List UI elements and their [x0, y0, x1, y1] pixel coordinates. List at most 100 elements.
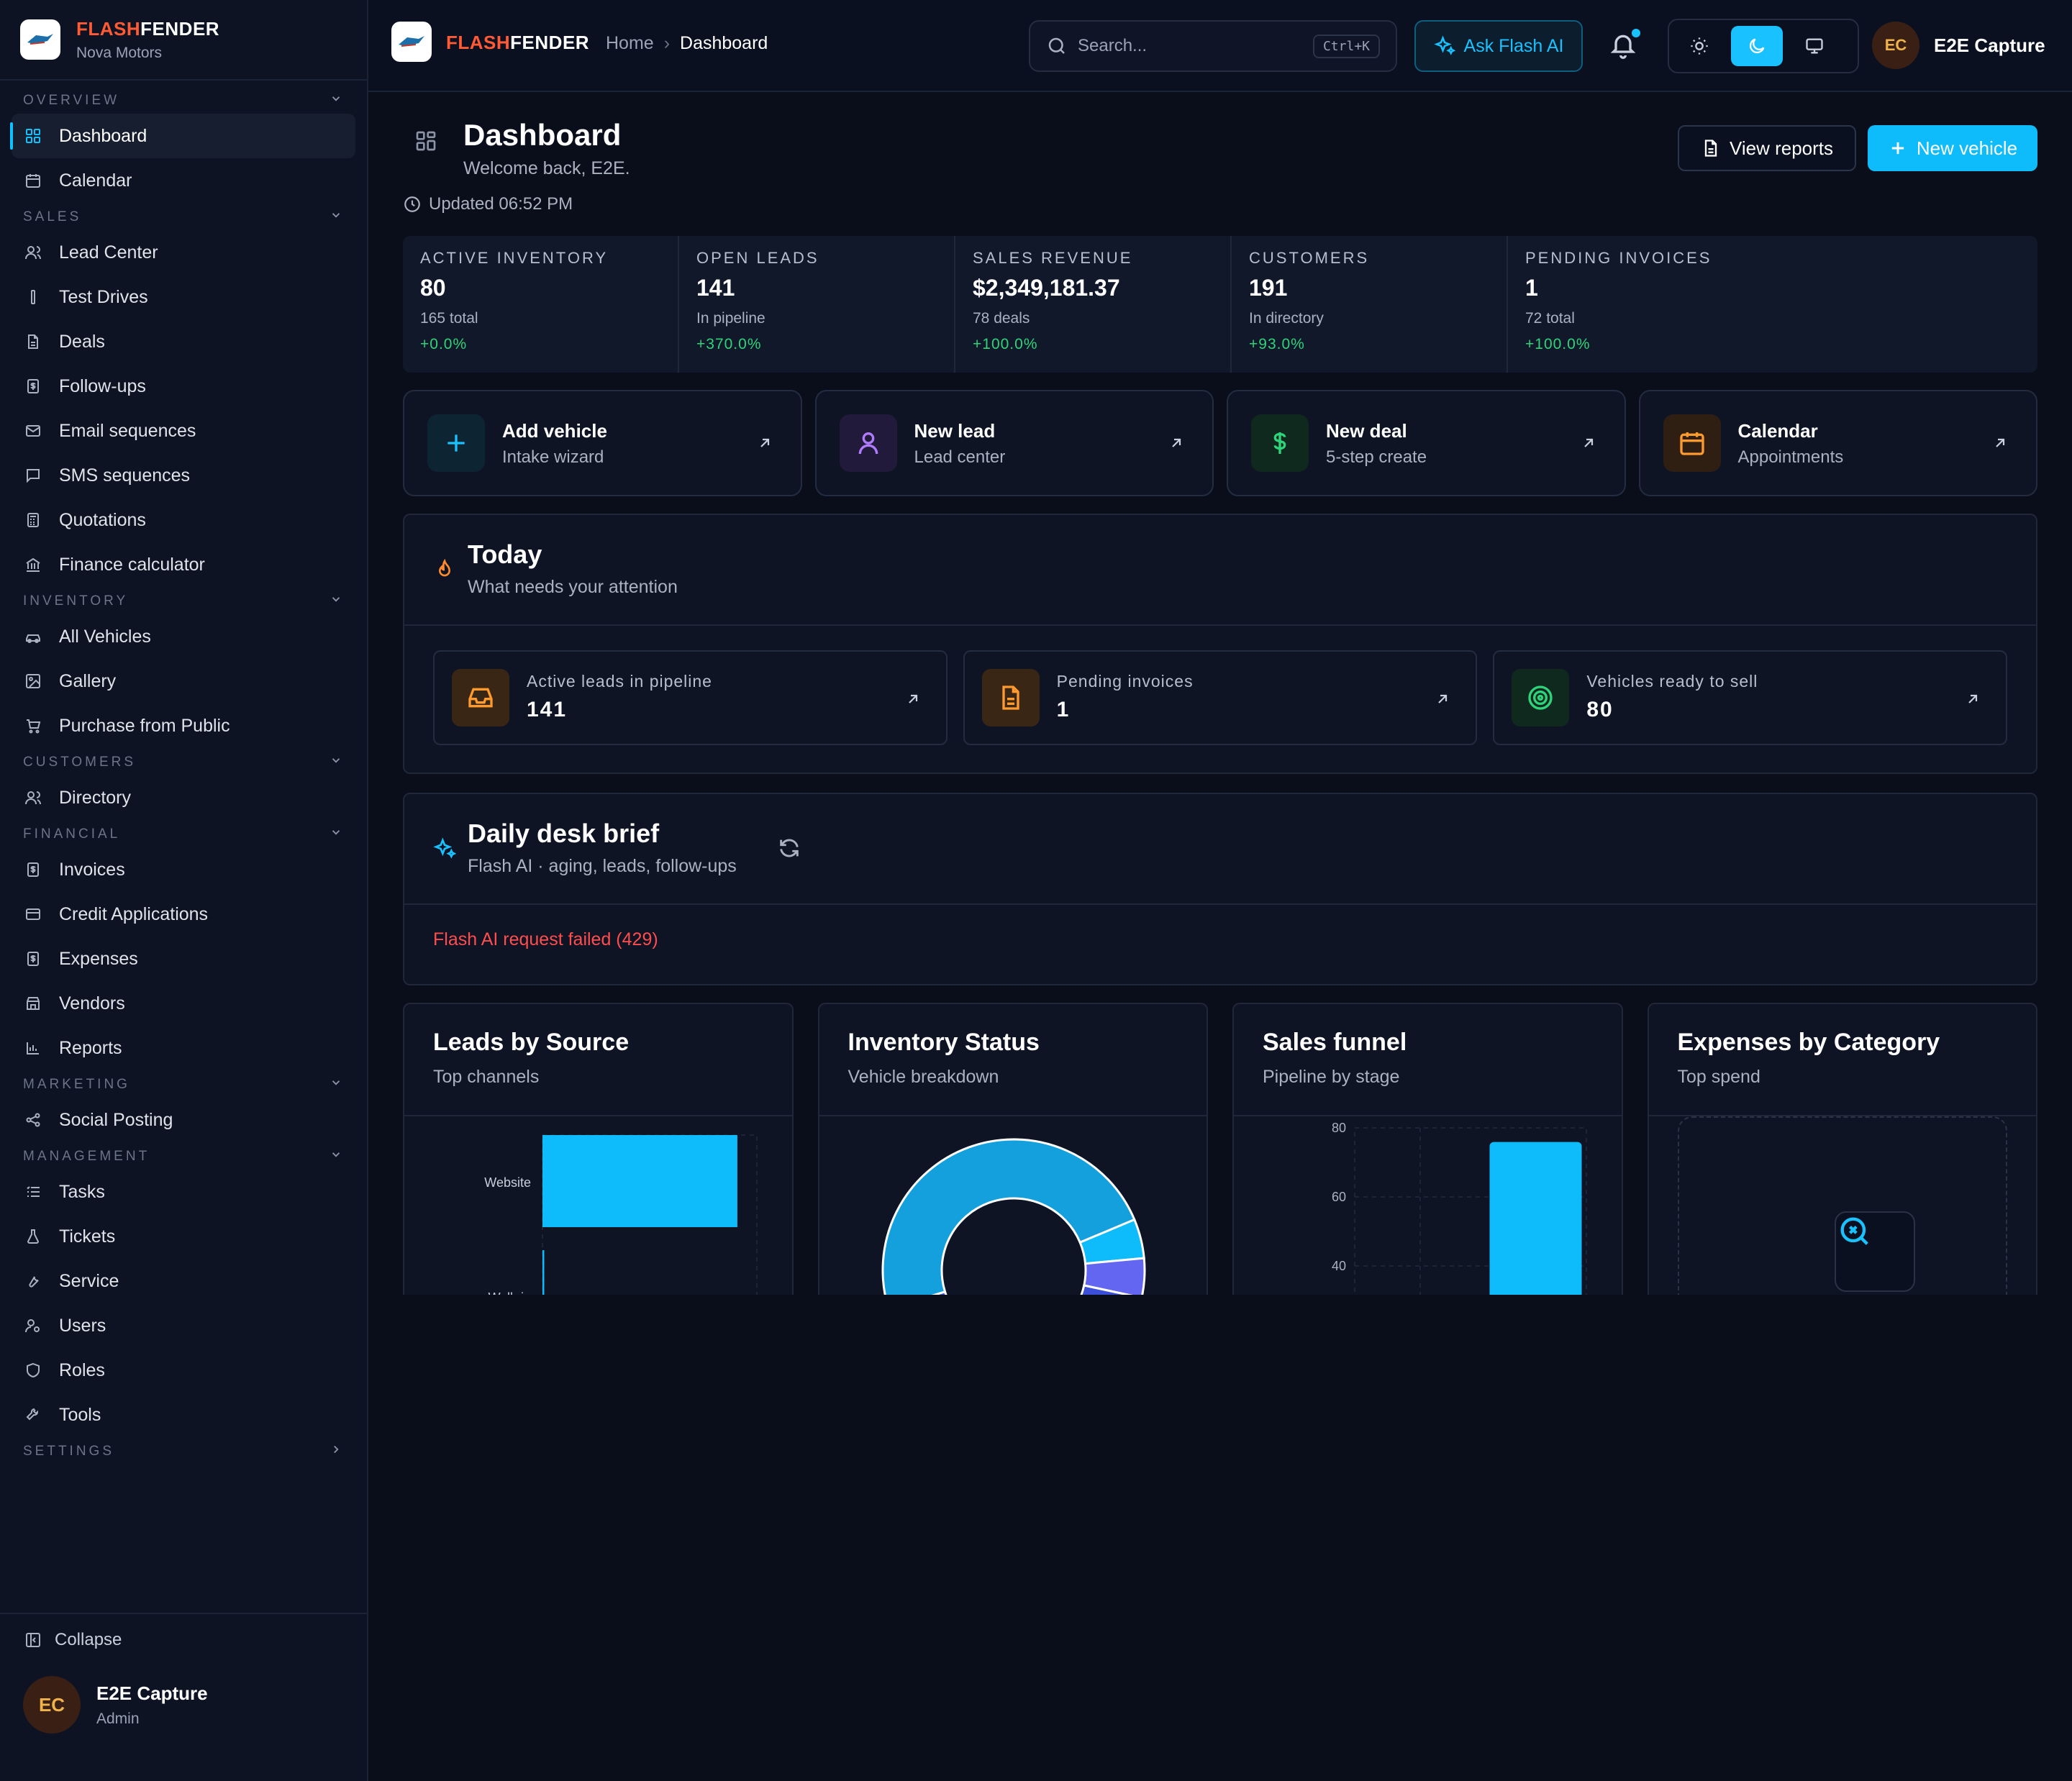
sidebar-item-label: Reports — [59, 1037, 122, 1058]
stat-sub: 72 total — [1525, 310, 1575, 327]
sidebar-item-label: Calendar — [59, 170, 132, 191]
sidebar-item-reports[interactable]: Reports — [12, 1026, 355, 1070]
image-icon — [24, 673, 42, 690]
view-reports-button[interactable]: View reports — [1678, 125, 1856, 171]
nav-section-inventory[interactable]: INVENTORY — [0, 588, 367, 614]
sidebar-item-dashboard[interactable]: Dashboard — [10, 114, 355, 158]
sidebar-item-gallery[interactable]: Gallery — [12, 659, 355, 703]
search-input[interactable]: Search... Ctrl+K — [1029, 20, 1397, 72]
sidebar-item-quotations[interactable]: Quotations — [12, 498, 355, 542]
chevron-down-icon — [330, 209, 342, 226]
today-item-value: 1 — [1056, 698, 1071, 721]
ask-ai-label: Ask Flash AI — [1463, 35, 1564, 56]
sidebar-item-expenses[interactable]: Expenses — [12, 937, 355, 981]
stat-value: $2,349,181.37 — [973, 275, 1120, 301]
nav-section-marketing[interactable]: MARKETING — [0, 1072, 367, 1098]
theme-light-button[interactable] — [1673, 26, 1725, 66]
quick-action-new-lead[interactable]: New lead Lead center — [814, 390, 1214, 496]
sidebar-item-credit-applications[interactable]: Credit Applications — [12, 892, 355, 937]
view-reports-label: View reports — [1729, 137, 1834, 159]
sidebar-item-sms-sequences[interactable]: SMS sequences — [12, 453, 355, 498]
sidebar-brand[interactable]: FLASHFENDER Nova Motors — [0, 0, 367, 81]
store-icon — [24, 995, 42, 1012]
quick-action-new-deal[interactable]: New deal 5-step create — [1227, 390, 1626, 496]
share-icon — [24, 1111, 42, 1129]
sidebar-item-social-posting[interactable]: Social Posting — [12, 1098, 355, 1142]
main-content: Dashboard Welcome back, E2E. Updated 06:… — [403, 92, 2037, 1295]
sidebar-item-service[interactable]: Service — [12, 1259, 355, 1303]
today-item-pending-invoices[interactable]: Pending invoices 1 — [963, 650, 1478, 745]
sidebar-user[interactable]: EC E2E Capture Admin — [0, 1666, 367, 1744]
nav-section-label: SETTINGS — [23, 1444, 115, 1459]
sidebar-item-tools[interactable]: Tools — [12, 1393, 355, 1437]
theme-dark-button[interactable] — [1731, 26, 1783, 66]
quick-action-subtitle: Appointments — [1737, 447, 1844, 467]
topbar-logo[interactable] — [391, 22, 432, 62]
today-header: Today What needs your attention — [404, 515, 2036, 626]
sidebar-item-label: Gallery — [59, 670, 117, 691]
today-items: Active leads in pipeline 141 Pending invoi… — [433, 650, 2008, 745]
sidebar-item-directory[interactable]: Directory — [12, 775, 355, 820]
collapse-icon — [26, 1633, 40, 1647]
sidebar-item-roles[interactable]: Roles — [12, 1348, 355, 1393]
quick-action-add-vehicle[interactable]: Add vehicle Intake wizard — [403, 390, 802, 496]
stat-customers: CUSTOMERS 191 In directory +93.0% — [1232, 236, 1508, 373]
sidebar-item-tickets[interactable]: Tickets — [12, 1214, 355, 1259]
arrow-up-right-icon — [1964, 691, 1981, 708]
stat-value: 80 — [420, 275, 446, 301]
chart-title: Sales funnel — [1263, 1029, 1407, 1056]
nav-section-customers[interactable]: CUSTOMERS — [0, 750, 367, 775]
sidebar-item-vendors[interactable]: Vendors — [12, 981, 355, 1026]
today-item-label: Active leads in pipeline — [527, 672, 712, 691]
bar-website[interactable] — [542, 1135, 737, 1227]
sidebar-item-label: SMS sequences — [59, 465, 191, 486]
notifications-button[interactable] — [1609, 29, 1640, 63]
sidebar-item-lead-center[interactable]: Lead Center — [12, 230, 355, 275]
sidebar-item-test-drives[interactable]: Test Drives — [12, 275, 355, 319]
collapse-button[interactable]: Collapse — [0, 1614, 367, 1666]
dollar-file-icon — [24, 950, 42, 967]
nav-section-overview[interactable]: OVERVIEW — [0, 88, 367, 114]
sidebar-item-all-vehicles[interactable]: All Vehicles — [12, 614, 355, 659]
page-subtitle: Welcome back, E2E. — [463, 158, 630, 178]
nav-section-label: MANAGEMENT — [23, 1149, 150, 1164]
sidebar-item-deals[interactable]: Deals — [12, 319, 355, 364]
sidebar-item-finance-calculator[interactable]: Finance calculator — [12, 542, 355, 587]
arrow-up-right-icon — [1991, 434, 2010, 453]
bar-walk-in[interactable] — [542, 1250, 545, 1295]
theme-system-button[interactable] — [1789, 26, 1840, 66]
bar-stage-2[interactable] — [1489, 1142, 1582, 1295]
leads-by-source-card: Leads by Source Top channels Website Walk… — [403, 1003, 794, 1295]
stat-value: 1 — [1525, 275, 1538, 301]
error-message: Flash AI request failed (429) — [433, 929, 658, 949]
nav-section-sales[interactable]: SALES — [0, 204, 367, 230]
users-icon — [24, 244, 42, 261]
today-item-vehicles-ready-to-sell[interactable]: Vehicles ready to sell 80 — [1493, 650, 2008, 745]
breadcrumb-home[interactable]: Home — [606, 33, 654, 54]
sidebar-item-users[interactable]: Users — [12, 1303, 355, 1348]
today-item-active-leads-in-pipeline[interactable]: Active leads in pipeline 141 — [433, 650, 948, 745]
sidebar-item-purchase-from-public[interactable]: Purchase from Public — [12, 703, 355, 748]
stat-value: 141 — [696, 275, 735, 301]
sidebar-item-tasks[interactable]: Tasks — [12, 1170, 355, 1214]
sidebar-item-email-sequences[interactable]: Email sequences — [12, 409, 355, 453]
refresh-icon[interactable] — [777, 836, 801, 860]
sidebar-item-label: Directory — [59, 787, 132, 808]
stat-sub: 165 total — [420, 310, 478, 327]
user-icon — [839, 414, 897, 472]
sidebar-item-invoices[interactable]: Invoices — [12, 847, 355, 892]
sidebar-item-follow-ups[interactable]: Follow-ups — [12, 364, 355, 409]
ask-ai-button[interactable]: Ask Flash AI — [1414, 20, 1583, 72]
avatar: EC — [1872, 22, 1919, 69]
stat-delta: +93.0% — [1249, 336, 1305, 352]
user-menu[interactable]: EC E2E Capture — [1872, 22, 2045, 69]
list-icon — [24, 1183, 42, 1201]
nav-section-management[interactable]: MANAGEMENT — [0, 1144, 367, 1170]
sidebar-item-label: Finance calculator — [59, 554, 205, 575]
sidebar-item-calendar[interactable]: Calendar — [12, 158, 355, 203]
sidebar-item-label: Credit Applications — [59, 903, 209, 924]
nav-section-financial[interactable]: FINANCIAL — [0, 821, 367, 847]
quick-action-calendar[interactable]: Calendar Appointments — [1638, 390, 2037, 496]
nav-section-settings[interactable]: SETTINGS — [0, 1439, 367, 1465]
new-vehicle-button[interactable]: New vehicle — [1868, 125, 2037, 171]
